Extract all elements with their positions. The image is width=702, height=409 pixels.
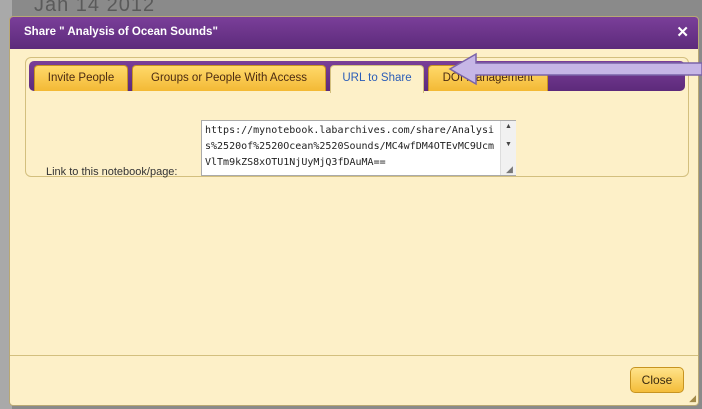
dialog-resize-icon[interactable]: ◢ <box>689 393 696 404</box>
share-url-field[interactable]: https://mynotebook.labarchives.com/share… <box>201 120 516 176</box>
close-icon[interactable]: ✕ <box>676 23 689 41</box>
close-button[interactable]: Close <box>630 367 684 393</box>
dialog-title: Share " Analysis of Ocean Sounds" <box>24 26 218 38</box>
background-date-fragment: Jan 14 2012 <box>34 0 156 16</box>
annotation-arrow-icon <box>448 52 702 86</box>
dialog-titlebar: Share " Analysis of Ocean Sounds" ✕ <box>10 17 698 49</box>
scroll-down-icon[interactable]: ▼ <box>505 141 512 148</box>
tab-groups-or-people-with-access[interactable]: Groups or People With Access <box>132 65 326 91</box>
textarea-resize-icon[interactable]: ◢ <box>506 164 513 175</box>
tab-invite-people[interactable]: Invite People <box>34 65 128 91</box>
scroll-up-icon[interactable]: ▲ <box>505 123 512 130</box>
footer-divider <box>10 355 698 356</box>
tab-url-to-share[interactable]: URL to Share <box>330 65 424 93</box>
link-label: Link to this notebook/page: <box>46 166 178 178</box>
